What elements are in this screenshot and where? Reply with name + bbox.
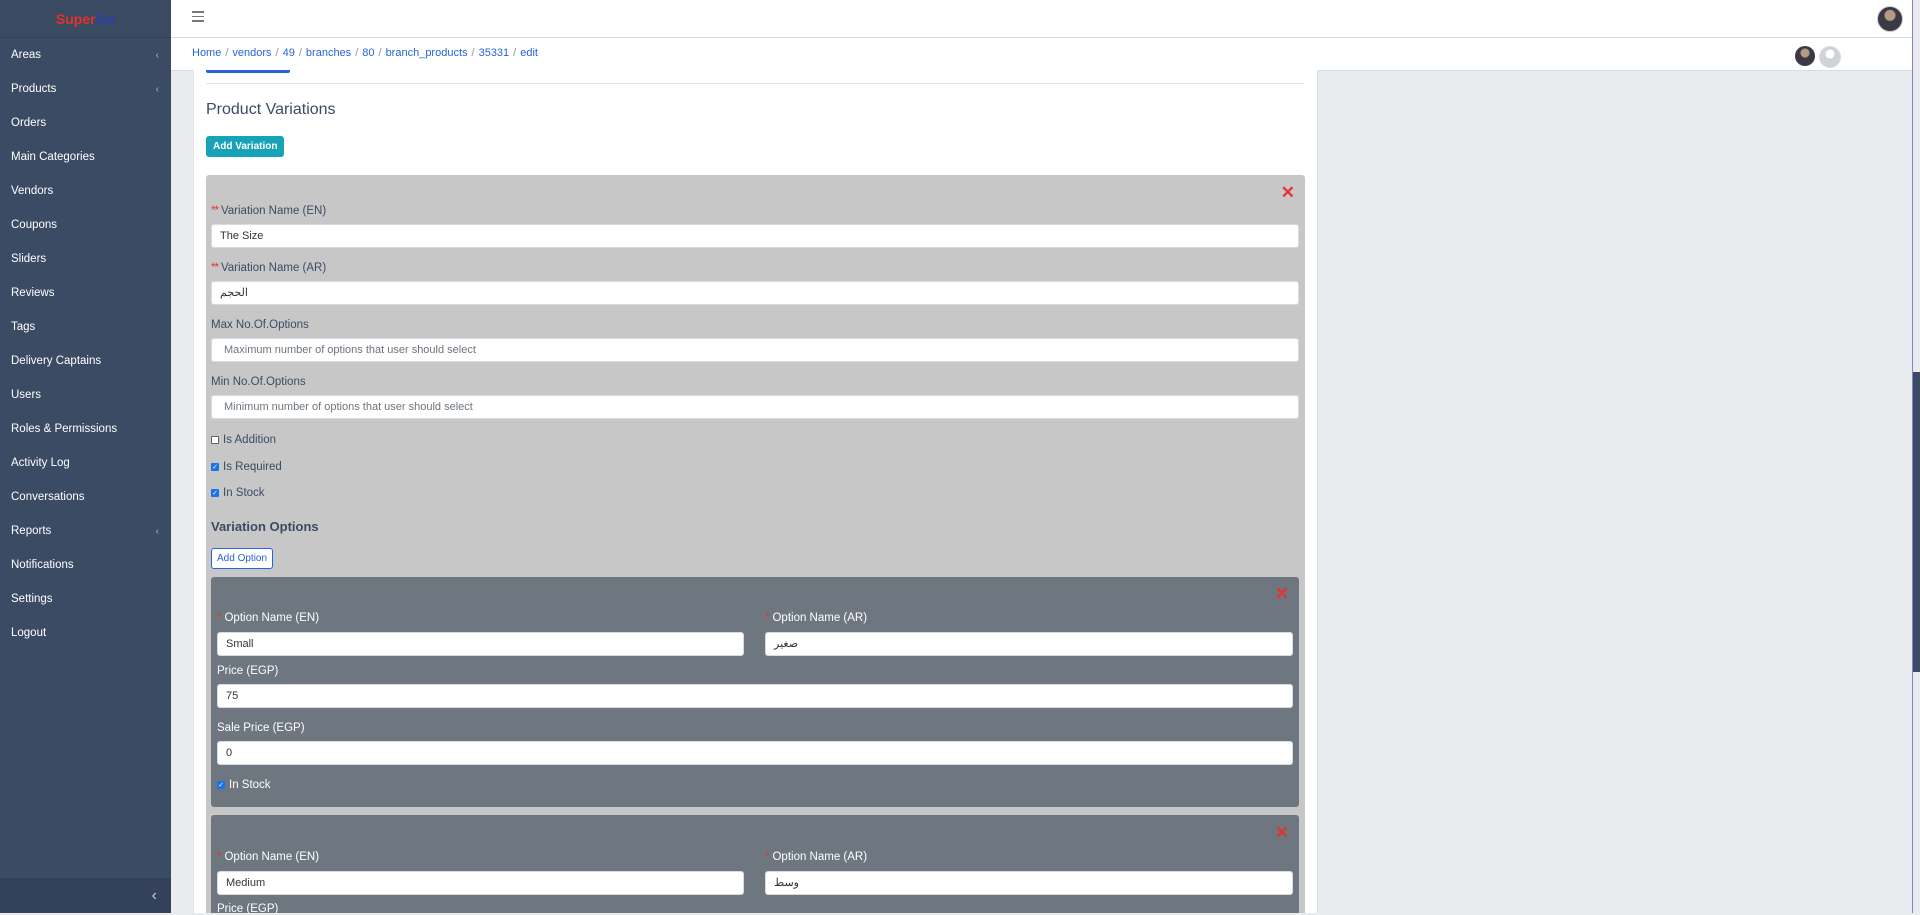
variation-name-ar-label: ** Variation Name (AR): [211, 262, 327, 274]
remove-variation-icon[interactable]: ✕: [1281, 184, 1295, 201]
option-block: ✕ * Option Name (EN) Medium * Option Name …: [211, 815, 1299, 915]
option-name-ar-input[interactable]: وسط: [765, 871, 1293, 895]
sidebar-item-coupons[interactable]: Coupons: [0, 208, 171, 242]
breadcrumb-vendor-id[interactable]: 49: [283, 47, 295, 59]
sidebar-item-main-categories[interactable]: Main Categories: [0, 140, 171, 174]
sale-price-label: Sale Price (EGP): [217, 722, 305, 734]
variation-name-ar-input[interactable]: الحجم: [211, 281, 1299, 305]
price-label: Price (EGP): [217, 665, 279, 677]
sidebar-nav: Areas ‹ Products ‹ Orders Main Categories …: [0, 38, 171, 650]
sidebar-item-tags[interactable]: Tags: [0, 310, 171, 344]
sidebar-item-logout[interactable]: Logout: [0, 616, 171, 650]
in-stock-row: ✓ In Stock: [211, 487, 265, 499]
option-name-en-input[interactable]: Small: [217, 632, 744, 656]
breadcrumb-product-id[interactable]: 35331: [479, 47, 510, 59]
divider: [206, 83, 1304, 84]
brand-logo[interactable]: SuperGo: [56, 11, 115, 27]
sidebar-item-users[interactable]: Users: [0, 378, 171, 412]
is-addition-row: Is Addition: [211, 434, 276, 446]
option-in-stock-row: ✓ In Stock: [217, 779, 271, 791]
sidebar-item-roles-permissions[interactable]: Roles & Permissions: [0, 412, 171, 446]
sale-price-input[interactable]: 0: [217, 741, 1293, 765]
sidebar-item-areas[interactable]: Areas ‹: [0, 38, 171, 72]
option-block: ✕ * Option Name (EN) Small * Option Name (…: [211, 577, 1299, 807]
option-name-ar-label: * Option Name (AR): [765, 612, 868, 624]
sidebar-item-reports[interactable]: Reports ‹: [0, 514, 171, 548]
option-name-ar-label: * Option Name (AR): [765, 851, 868, 863]
option-name-en-input[interactable]: Medium: [217, 871, 744, 895]
sidebar-item-sliders[interactable]: Sliders: [0, 242, 171, 276]
breadcrumb-branch-id[interactable]: 80: [362, 47, 374, 59]
chevron-left-icon: ‹: [155, 525, 159, 537]
breadcrumb-branches[interactable]: branches: [306, 47, 351, 59]
max-options-label: Max No.Of.Options: [211, 319, 309, 331]
hamburger-menu-icon[interactable]: [192, 11, 204, 22]
price-label: Price (EGP): [217, 903, 279, 915]
min-options-input[interactable]: Minimum number of options that user shou…: [211, 395, 1299, 419]
breadcrumb-vendors[interactable]: vendors: [232, 47, 271, 59]
chevron-left-icon: ‹: [155, 49, 159, 61]
page-title: Product Variations: [206, 101, 336, 118]
avatar[interactable]: [1819, 46, 1841, 68]
option-in-stock-checkbox[interactable]: ✓: [217, 781, 225, 789]
avatar[interactable]: [1795, 46, 1815, 66]
breadcrumb-home[interactable]: Home: [192, 47, 221, 59]
option-name-en-label: * Option Name (EN): [217, 851, 320, 863]
header: [171, 0, 1913, 38]
user-avatar[interactable]: [1877, 6, 1903, 32]
breadcrumb-edit[interactable]: edit: [520, 47, 538, 59]
scrollbar-thumb[interactable]: [1913, 372, 1920, 672]
price-input[interactable]: 75: [217, 684, 1293, 708]
add-variation-button[interactable]: Add Variation: [206, 136, 285, 157]
is-required-row: ✓ Is Required: [211, 461, 282, 473]
is-required-checkbox[interactable]: ✓: [211, 463, 219, 471]
variation-options-title: Variation Options: [211, 519, 319, 534]
variation-block: ✕ ** Variation Name (EN) The Size ** Varia…: [206, 175, 1305, 915]
variation-name-en-label: ** Variation Name (EN): [211, 205, 327, 217]
sidebar-item-conversations[interactable]: Conversations: [0, 480, 171, 514]
brand[interactable]: SuperGo: [0, 0, 171, 38]
product-edit-card: Product Variations Add Variation ✕ ** Var…: [193, 70, 1318, 915]
remove-option-icon[interactable]: ✕: [1275, 585, 1289, 602]
chevron-left-icon: ‹: [155, 83, 159, 95]
sidebar-minimizer[interactable]: ‹: [0, 878, 171, 913]
remove-option-icon[interactable]: ✕: [1275, 824, 1289, 841]
window-edge: [1912, 0, 1913, 913]
sidebar-item-orders[interactable]: Orders: [0, 106, 171, 140]
breadcrumb: Home / vendors/49/branches/80/branch_produ…: [192, 47, 538, 59]
option-name-en-label: * Option Name (EN): [217, 612, 320, 624]
min-options-label: Min No.Of.Options: [211, 376, 306, 388]
sidebar-item-notifications[interactable]: Notifications: [0, 548, 171, 582]
sidebar-item-delivery-captains[interactable]: Delivery Captains: [0, 344, 171, 378]
sidebar: SuperGo Areas ‹ Products ‹ Orders Main Cat…: [0, 0, 171, 913]
breadcrumb-branch-products[interactable]: branch_products: [386, 47, 468, 59]
active-tab-indicator: [206, 70, 290, 73]
sidebar-item-products[interactable]: Products ‹: [0, 72, 171, 106]
subheader: Home / vendors/49/branches/80/branch_produ…: [171, 38, 1913, 71]
sidebar-item-activity-log[interactable]: Activity Log: [0, 446, 171, 480]
in-stock-checkbox[interactable]: ✓: [211, 489, 219, 497]
add-option-button[interactable]: Add Option: [211, 548, 274, 569]
is-addition-checkbox[interactable]: [211, 436, 219, 444]
online-users: [1795, 46, 1841, 68]
chevron-left-icon[interactable]: ‹: [152, 887, 157, 905]
option-name-ar-input[interactable]: صغير: [765, 632, 1293, 656]
sidebar-item-vendors[interactable]: Vendors: [0, 174, 171, 208]
sidebar-item-reviews[interactable]: Reviews: [0, 276, 171, 310]
variation-name-en-input[interactable]: The Size: [211, 224, 1299, 248]
sidebar-item-settings[interactable]: Settings: [0, 582, 171, 616]
max-options-input[interactable]: Maximum number of options that user shou…: [211, 338, 1299, 362]
